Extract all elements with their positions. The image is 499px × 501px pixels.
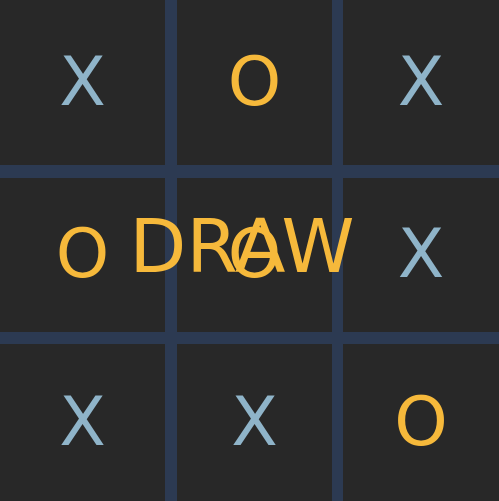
board-cell-1-3[interactable]: X bbox=[343, 0, 499, 165]
cell-mark: X bbox=[397, 42, 445, 122]
board-cell-2-2[interactable]: O bbox=[177, 178, 332, 332]
cell-mark: O bbox=[394, 382, 448, 462]
board-cell-2-1[interactable]: O bbox=[0, 178, 165, 332]
cell-mark: X bbox=[231, 382, 278, 462]
cell-mark: O bbox=[227, 215, 282, 294]
cell-mark: X bbox=[59, 382, 106, 462]
board-cell-3-1[interactable]: X bbox=[0, 344, 165, 501]
board-cell-2-3[interactable]: X bbox=[343, 178, 499, 332]
board-cell-1-1[interactable]: X bbox=[0, 0, 165, 165]
board-cell-3-2[interactable]: X bbox=[177, 344, 332, 501]
cell-mark: O bbox=[227, 42, 282, 122]
cell-mark: X bbox=[397, 215, 445, 294]
cell-mark: O bbox=[55, 215, 110, 294]
board-cell-3-3[interactable]: O bbox=[343, 344, 499, 501]
board-cell-1-2[interactable]: O bbox=[177, 0, 332, 165]
tic-tac-toe-board: X O X O O X X X O DRAW bbox=[0, 0, 499, 501]
cell-mark: X bbox=[59, 42, 106, 122]
